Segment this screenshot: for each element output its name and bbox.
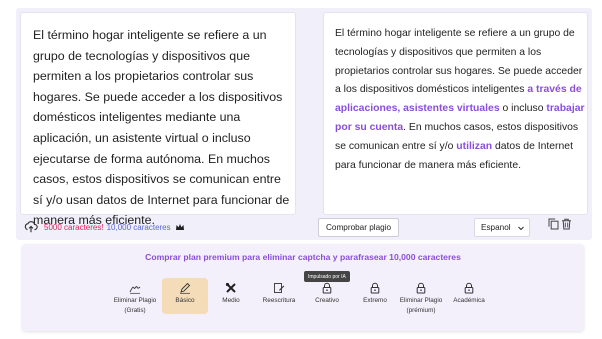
trash-icon[interactable] <box>561 218 572 230</box>
mode-sublabel: (prémium) <box>406 307 436 314</box>
output-text: El término hogar inteligente se refiere … <box>335 25 585 175</box>
mode-label: Eliminar Plagio <box>113 297 157 304</box>
pen-write-icon <box>180 282 191 294</box>
output-panel: El término hogar inteligente se refiere … <box>323 12 588 215</box>
mode-medium[interactable]: Medio <box>208 278 254 306</box>
mode-rewrite[interactable]: Reescritura <box>256 278 302 306</box>
mode-label: Eliminar Plagio <box>399 297 443 304</box>
lock-icon <box>416 282 426 294</box>
characters-used: 5000 caracteres! <box>44 222 104 232</box>
premium-plan-link[interactable]: Comprar plan premium para eliminar captc… <box>22 252 584 262</box>
language-select[interactable]: Espanol <box>474 218 530 237</box>
paraphraser-workspace: El término hogar inteligente se refiere … <box>16 8 592 240</box>
mode-basic[interactable]: Básico <box>162 278 208 314</box>
mode-academic[interactable]: Académica <box>446 278 492 306</box>
lock-icon <box>464 282 474 294</box>
output-text-segment: o incluso <box>499 103 547 115</box>
tools-icon <box>225 282 236 293</box>
mode-remove-plagiarism-premium[interactable]: Eliminar Plagio (prémium) <box>398 278 444 316</box>
mode-label: Extremo <box>363 297 387 304</box>
mode-label: Académica <box>453 297 485 304</box>
check-plagiarism-button[interactable]: Comprobar plagio <box>318 218 400 237</box>
upload-icon[interactable] <box>24 220 38 234</box>
signature-icon <box>129 286 141 294</box>
character-counter: 5000 caracteres! 10,000 caracteres <box>24 219 185 235</box>
mode-extreme[interactable]: Extremo <box>352 278 398 306</box>
chevron-down-icon <box>518 226 524 231</box>
mode-label: Medio <box>222 297 240 304</box>
lock-icon <box>370 282 380 294</box>
language-selected: Espanol <box>481 223 511 232</box>
mode-remove-plagiarism-free[interactable]: Eliminar Plagio (Gratis) <box>112 278 158 316</box>
mode-selector-card: Comprar plan premium para eliminar captc… <box>22 244 584 331</box>
mode-label: Creativo <box>315 297 339 304</box>
crown-icon <box>175 224 184 230</box>
mode-creative[interactable]: Creativo <box>304 278 350 306</box>
highlighted-phrase[interactable]: utilizan <box>456 141 492 152</box>
edit-page-icon <box>274 283 285 293</box>
mode-sublabel: (Gratis) <box>124 307 146 314</box>
input-panel[interactable]: El término hogar inteligente se refiere … <box>20 12 296 227</box>
input-text[interactable]: El término hogar inteligente se refiere … <box>33 25 291 231</box>
lock-icon <box>322 282 332 294</box>
characters-limit: 10,000 caracteres <box>106 222 171 232</box>
mode-label: Reescritura <box>262 297 296 304</box>
copy-icon[interactable] <box>548 218 559 230</box>
mode-label: Básico <box>175 297 195 304</box>
